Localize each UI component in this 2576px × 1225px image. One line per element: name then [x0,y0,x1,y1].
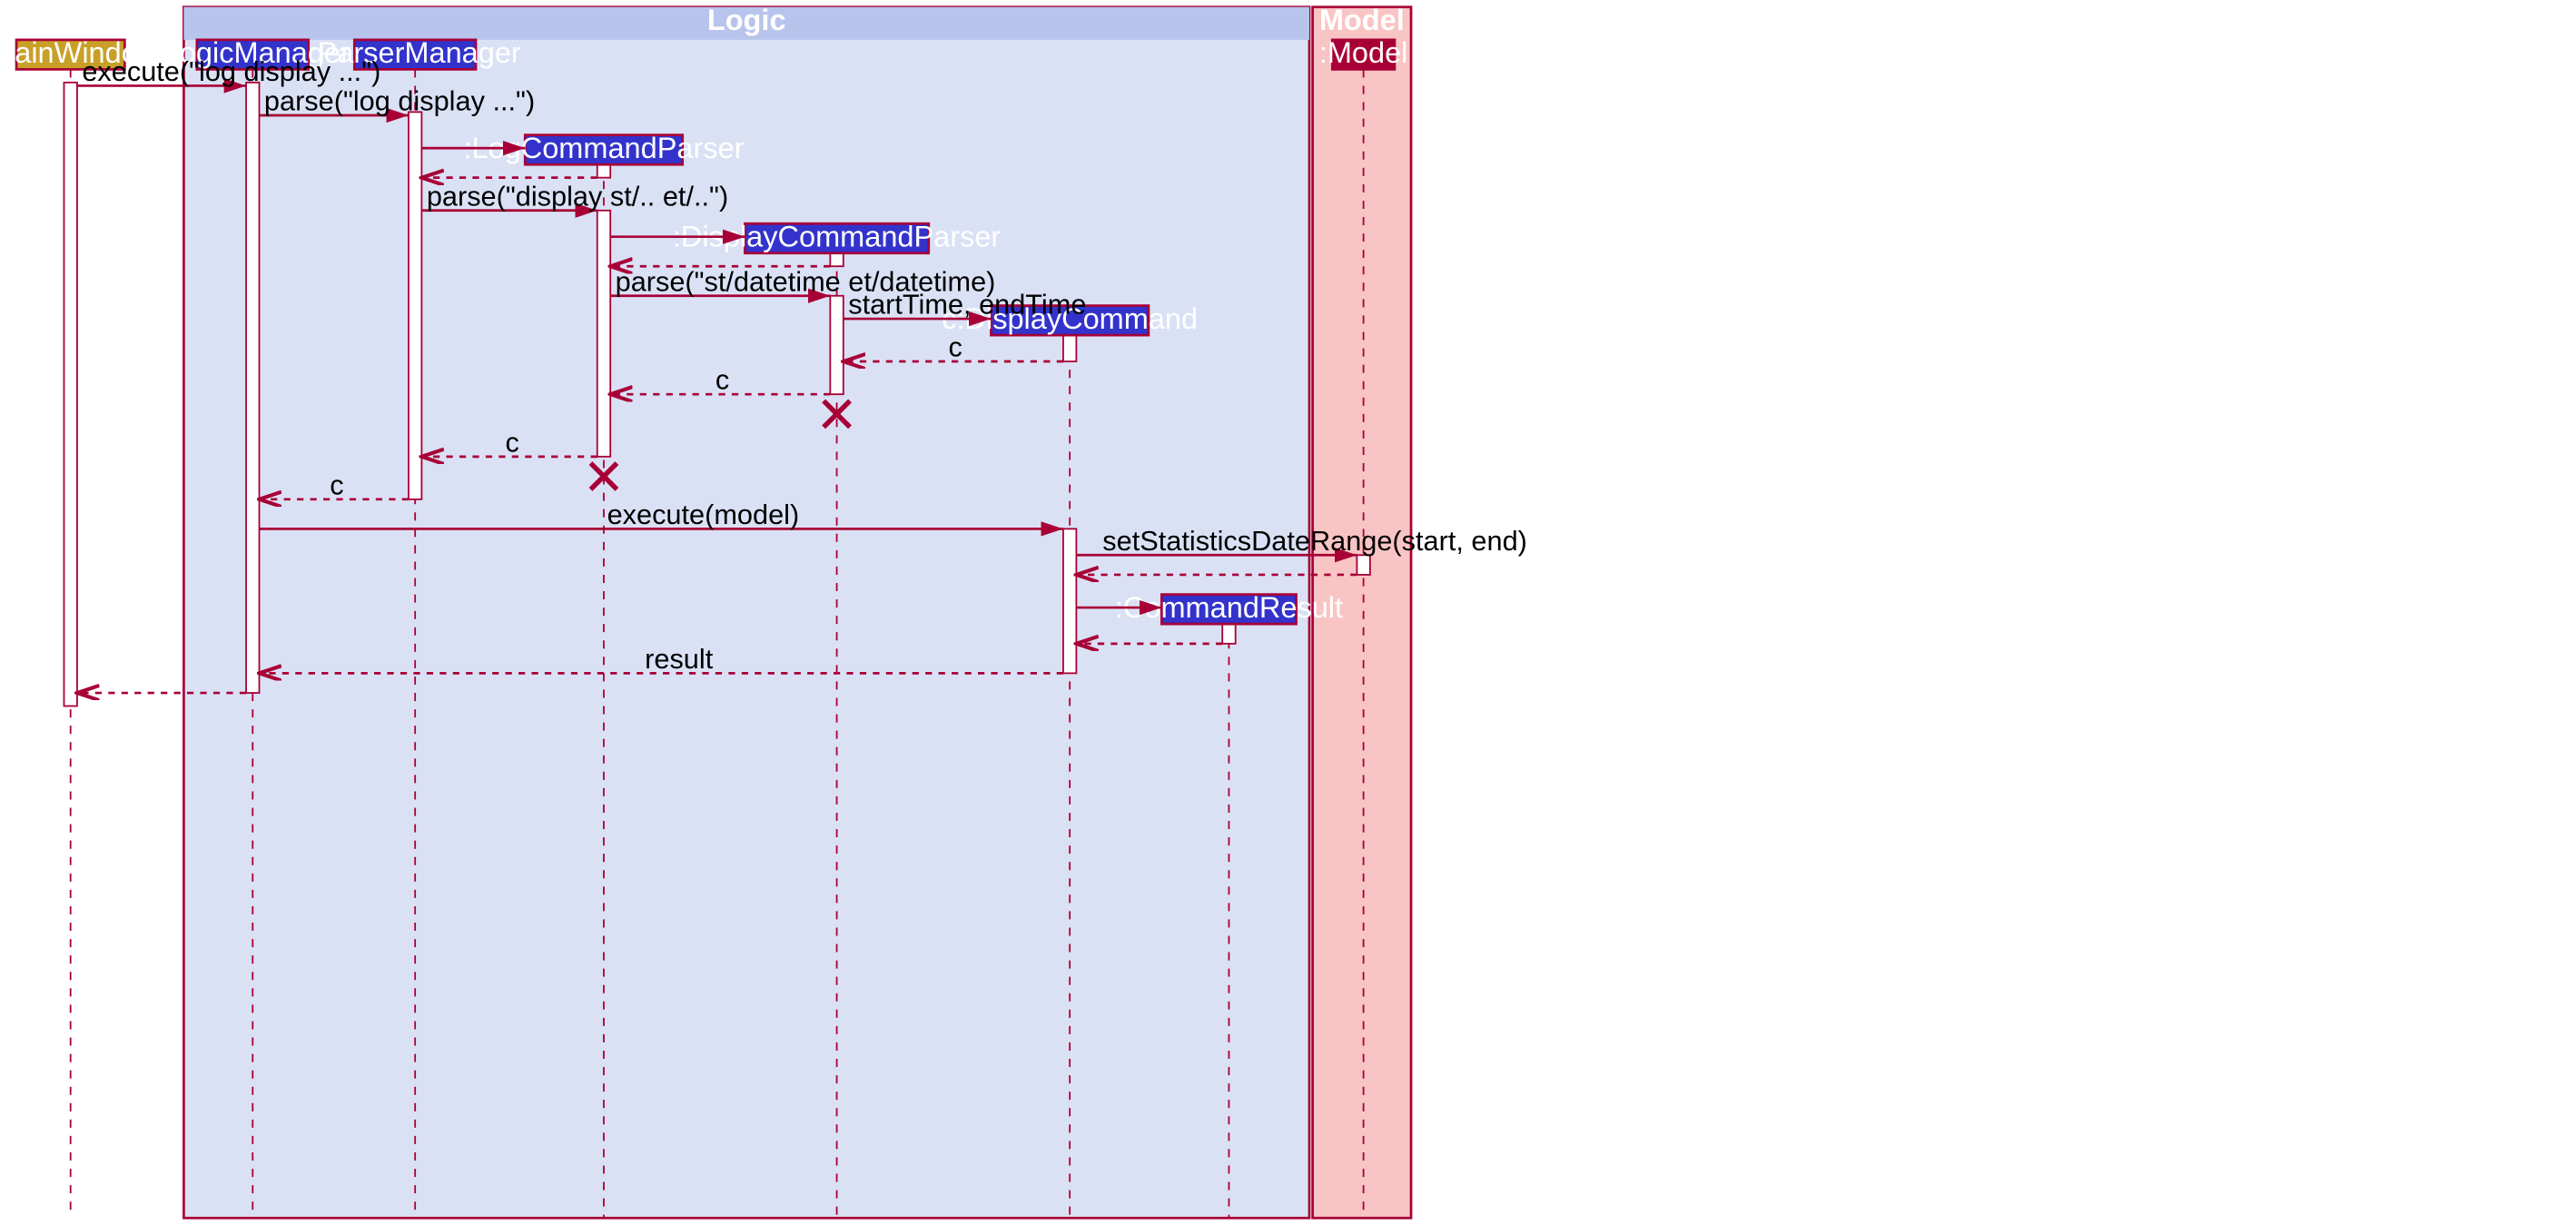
msg-result-label: result [645,643,714,675]
participant-model-label: :Model [1319,36,1408,69]
msg-execute-log-label: execute("log display ...") [82,55,380,87]
activation-logcommandparser-2 [597,211,610,457]
frame-model-label: Model [1319,4,1405,36]
activation-parsermanager [409,112,421,499]
msg-return-c1-label: c [948,331,962,363]
msg-parse-display-label: parse("display st/.. et/..") [427,180,728,212]
msg-setstatistics-label: setStatisticsDateRange(start, end) [1102,525,1527,557]
msg-return-c4-label: c [330,469,343,500]
activation-displaycommand-2 [1063,529,1076,673]
activation-displaycommandparser-2 [830,296,843,394]
activation-mainwindow [64,83,76,706]
msg-return-c2-label: c [716,364,729,396]
sequence-diagram: Logic Model :MainWindow :LogicManager :P… [0,0,2576,1225]
msg-execute-model-label: execute(model) [607,499,800,530]
activation-logicmanager [246,83,259,693]
msg-parse-main-label: parse("log display ...") [264,85,535,117]
msg-starttime-label: startTime, endTime [848,289,1086,321]
msg-return-c3-label: c [506,426,519,458]
activation-model [1357,555,1369,575]
frame-logic-label: Logic [707,4,786,36]
